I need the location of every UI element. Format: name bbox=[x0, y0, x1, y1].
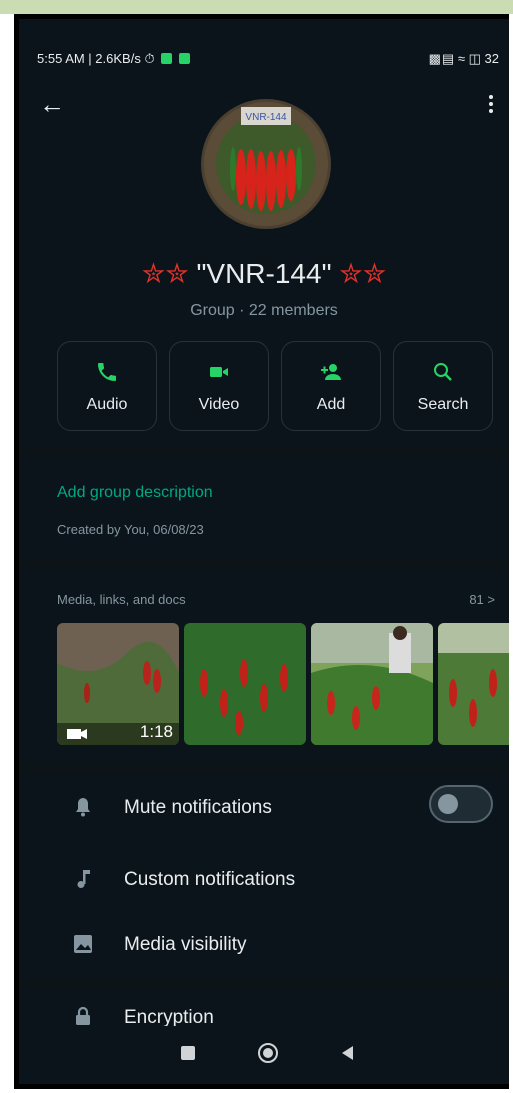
media-thumbnail[interactable] bbox=[438, 623, 509, 745]
chili-emoji-icon: ✮✮ bbox=[339, 258, 387, 289]
status-left: 5:55 AM | 2.6KB/s ⏱ bbox=[37, 51, 190, 67]
media-thumbnail[interactable] bbox=[184, 623, 306, 745]
toggle-knob bbox=[438, 794, 458, 814]
search-label: Search bbox=[417, 396, 469, 413]
group-subtitle[interactable]: Group · 22 members bbox=[19, 302, 509, 320]
search-button[interactable]: Search bbox=[393, 341, 493, 431]
video-icon bbox=[170, 360, 268, 384]
image-icon bbox=[71, 932, 95, 956]
audio-call-button[interactable]: Audio bbox=[57, 341, 157, 431]
add-person-icon bbox=[282, 360, 380, 384]
media-count-link[interactable]: 81 > bbox=[469, 592, 495, 607]
add-label: Add bbox=[316, 396, 346, 413]
more-options-icon[interactable] bbox=[489, 95, 493, 116]
section-divider bbox=[19, 977, 509, 987]
audio-label: Audio bbox=[86, 396, 128, 413]
add-member-button[interactable]: Add bbox=[281, 341, 381, 431]
notification-icon bbox=[161, 53, 173, 64]
video-duration: 1:18 bbox=[139, 722, 173, 741]
phone-icon bbox=[58, 360, 156, 384]
wifi-icon: ≈ bbox=[457, 51, 465, 66]
group-avatar[interactable]: VNR-144 bbox=[201, 99, 331, 229]
signal-icon: ▩ ▤ bbox=[428, 51, 455, 66]
home-icon[interactable] bbox=[256, 1041, 280, 1070]
chili-emoji-icon: ✮✮ bbox=[141, 258, 189, 289]
phone-screen: 5:55 AM | 2.6KB/s ⏱ ▩ ▤ ≈ ◫ 32 ← VNR-144… bbox=[19, 19, 509, 1084]
media-thumbnails: 1:18 bbox=[57, 623, 509, 745]
battery-level: 32 bbox=[484, 51, 499, 66]
status-right: ▩ ▤ ≈ ◫ 32 bbox=[429, 51, 499, 67]
status-bar: 5:55 AM | 2.6KB/s ⏱ ▩ ▤ ≈ ◫ 32 bbox=[19, 19, 509, 89]
battery-icon: ◫ bbox=[468, 51, 481, 66]
media-thumbnail[interactable] bbox=[311, 623, 433, 745]
action-buttons: Audio Video Add Search bbox=[57, 341, 507, 431]
search-icon bbox=[394, 360, 492, 384]
top-background-strip bbox=[0, 0, 513, 14]
back-arrow-icon[interactable]: ← bbox=[39, 91, 65, 117]
custom-notifications-label: Custom notifications bbox=[124, 869, 296, 890]
video-label: Video bbox=[198, 396, 240, 413]
media-thumbnail-video[interactable]: 1:18 bbox=[57, 623, 179, 745]
custom-notifications-row[interactable]: Custom notifications bbox=[19, 859, 509, 899]
status-time-speed: 5:55 AM | 2.6KB/s bbox=[37, 51, 141, 66]
section-divider bbox=[19, 559, 509, 569]
video-call-button[interactable]: Video bbox=[169, 341, 269, 431]
group-name-text: "VNR-144" bbox=[196, 258, 332, 289]
music-note-icon bbox=[71, 867, 95, 891]
media-header[interactable]: Media, links, and docs bbox=[57, 592, 186, 607]
section-divider bbox=[19, 447, 509, 457]
media-visibility-row[interactable]: Media visibility bbox=[19, 924, 509, 964]
chili-basket-image: VNR-144 bbox=[204, 102, 328, 226]
avatar-label: VNR-144 bbox=[245, 112, 287, 123]
add-description-link[interactable]: Add group description bbox=[57, 484, 213, 502]
bell-icon bbox=[71, 795, 95, 819]
created-info: Created by You, 06/08/23 bbox=[57, 522, 204, 537]
media-visibility-label: Media visibility bbox=[124, 934, 247, 955]
system-navigation-bar bbox=[19, 1026, 509, 1084]
mute-notifications-label: Mute notifications bbox=[124, 797, 272, 818]
mute-notifications-row[interactable]: Mute notifications bbox=[19, 785, 509, 827]
mute-toggle[interactable] bbox=[429, 785, 493, 823]
back-nav-icon[interactable] bbox=[339, 1044, 357, 1067]
alarm-icon: ⏱ bbox=[144, 51, 155, 66]
section-divider bbox=[19, 764, 509, 774]
notification-icon bbox=[178, 53, 190, 64]
recent-apps-icon[interactable] bbox=[179, 1044, 197, 1067]
group-name: ✮✮ "VNR-144" ✮✮ bbox=[19, 257, 509, 290]
